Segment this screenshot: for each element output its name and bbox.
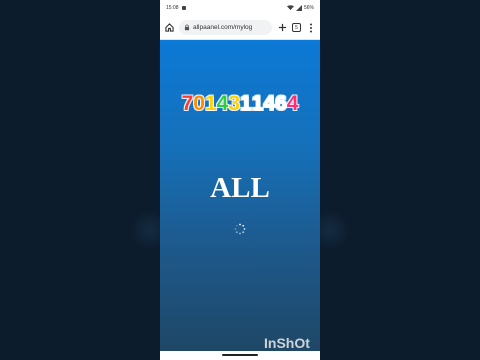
phone-number: 7014311464 [160,92,320,116]
brand-title: ALL [210,172,270,204]
plus-icon[interactable] [277,23,287,33]
phone-digit: 0 [193,92,205,115]
phone-digit: 7 [181,92,194,115]
phone-digit: 6 [275,92,287,115]
phone-digit: 4 [263,92,276,115]
phone-digit: 4 [286,92,299,115]
battery-label: 56% [303,5,314,11]
navigation-bar [160,351,320,360]
phone-digit: 1 [240,92,252,115]
url-field[interactable]: allpaanel.com/mylog [179,20,272,35]
more-vert-icon[interactable] [306,23,316,33]
phone-digit: 1 [204,92,217,115]
phone-digit: 3 [228,92,240,115]
home-icon[interactable] [164,23,174,33]
notification-icon [181,6,186,10]
page-content: 7014311464 ALL [160,40,320,351]
status-left: 15:08 [166,5,186,11]
phone-digit: 1 [251,92,264,115]
browser-address-bar: allpaanel.com/mylog 5 [160,16,320,40]
phone-screen: 15:08 56% allpaanel.com/mylog 5 70143114… [160,0,320,360]
home-gesture-handle[interactable] [222,354,258,356]
inshot-watermark: InShOt [264,335,310,351]
phone-digit: 4 [216,92,229,115]
tabs-icon[interactable]: 5 [292,23,301,32]
status-time: 15:08 [166,5,179,11]
loading-spinner-icon [234,223,246,235]
status-right: 56% [286,5,314,11]
url-text: allpaanel.com/mylog [193,24,253,31]
wifi-icon [286,5,294,11]
status-bar: 15:08 56% [160,0,320,16]
signal-icon [295,5,302,11]
lock-icon [184,24,190,31]
